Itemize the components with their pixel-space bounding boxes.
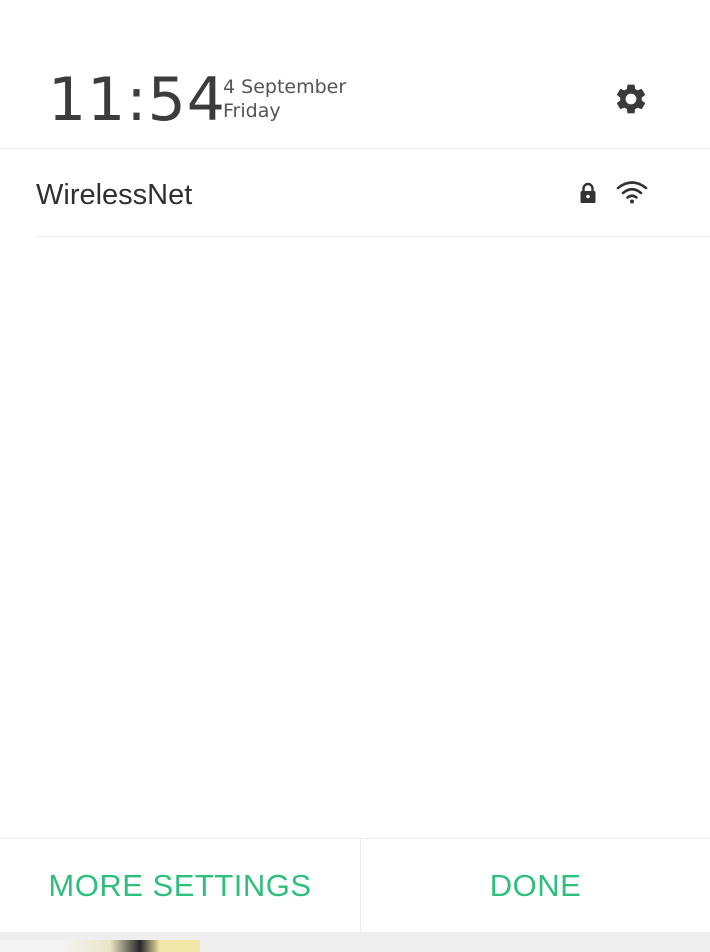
action-bar: MORE SETTINGS DONE bbox=[0, 838, 710, 933]
network-name: WirelessNet bbox=[36, 179, 193, 211]
wifi-icon bbox=[616, 181, 648, 204]
more-settings-button[interactable]: MORE SETTINGS bbox=[0, 839, 360, 933]
wifi-panel-screen: 11:54 4 September Friday WirelessNet MOR… bbox=[0, 0, 710, 952]
date-text: 4 September bbox=[223, 76, 347, 98]
network-list: WirelessNet bbox=[0, 149, 710, 237]
network-item-wirelessnet[interactable]: WirelessNet bbox=[0, 149, 710, 237]
background-strip bbox=[0, 932, 710, 952]
day-text: Friday bbox=[223, 100, 281, 122]
row-divider bbox=[36, 236, 710, 237]
panel-header: 11:54 4 September Friday bbox=[0, 0, 710, 149]
lock-icon bbox=[580, 182, 596, 203]
background-thumbnail bbox=[0, 940, 200, 952]
gear-icon[interactable] bbox=[613, 81, 649, 117]
done-button[interactable]: DONE bbox=[361, 839, 710, 933]
clock-time: 11:54 bbox=[48, 65, 226, 135]
